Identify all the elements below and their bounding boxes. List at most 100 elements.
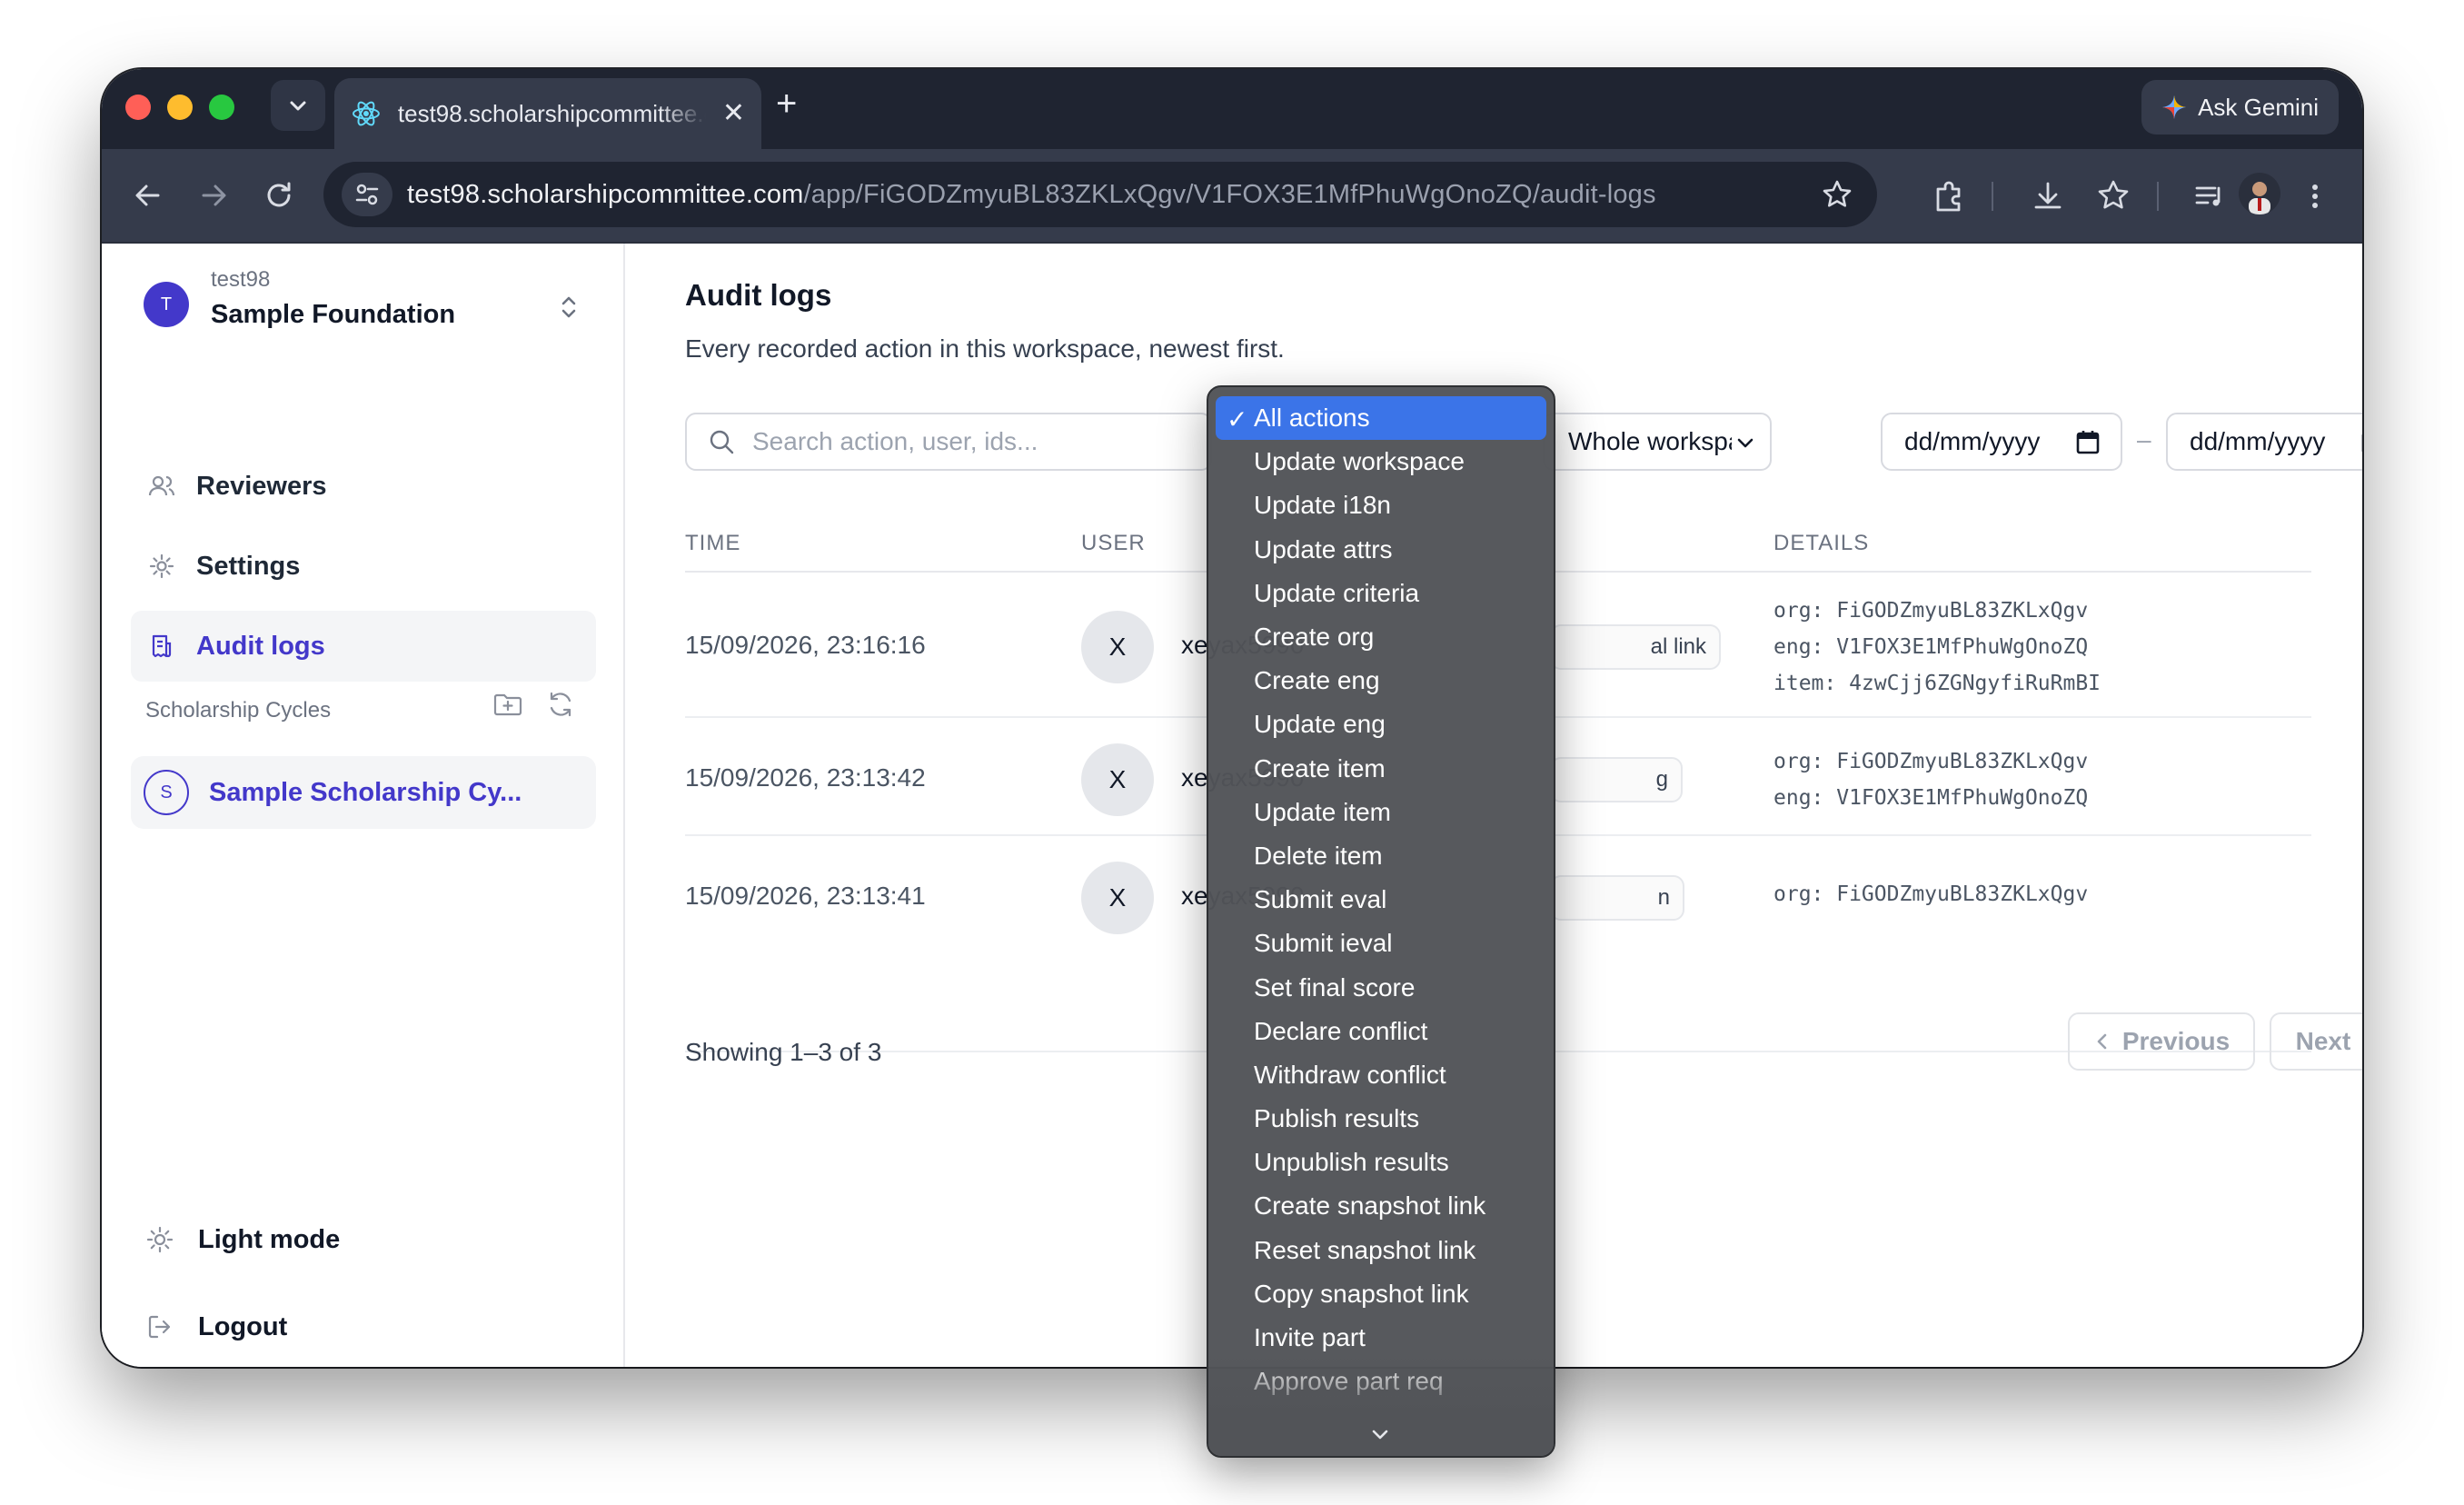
next-label: Next (2295, 1027, 2351, 1055)
toolbar-divider (2157, 182, 2159, 211)
workspace-avatar[interactable]: T (144, 282, 189, 327)
dropdown-option-label: Declare conflict (1254, 1016, 1428, 1045)
dropdown-option[interactable]: Copy snapshot link (1216, 1272, 1546, 1316)
ask-gemini-label: Ask Gemini (2198, 93, 2319, 121)
dropdown-option[interactable]: ✓ All actions (1216, 396, 1546, 441)
dropdown-option[interactable]: Delete item (1216, 834, 1546, 878)
dropdown-option[interactable]: Publish results (1216, 1097, 1546, 1141)
section-title: Scholarship Cycles (145, 698, 332, 723)
scope-select-value: Whole workspace (1568, 427, 1732, 455)
dropdown-option[interactable]: Update item (1216, 791, 1546, 834)
cell-time: 15/09/2026, 23:13:41 (685, 882, 926, 910)
action-badge: al link (1550, 624, 1721, 670)
logout-label: Logout (198, 1311, 288, 1341)
cell-details: org: FiGODZmyuBL83ZKLxQgv eng: V1FOX3E1M… (1773, 750, 2089, 810)
site-settings-icon[interactable] (342, 173, 392, 216)
bookmark-star-icon[interactable] (1821, 178, 1853, 211)
dropdown-option-label: Create snapshot link (1254, 1191, 1486, 1221)
dropdown-option[interactable]: Update eng (1216, 703, 1546, 746)
dropdown-option[interactable]: Declare conflict (1216, 1010, 1546, 1053)
dropdown-option[interactable]: Set final score (1216, 965, 1546, 1009)
pagination-summary: Showing 1–3 of 3 (685, 1038, 882, 1066)
tab-search-button[interactable] (271, 80, 325, 131)
section-actions (492, 689, 576, 720)
sidebar-item-cycle[interactable]: S Sample Scholarship Cy... (131, 756, 596, 829)
scroll-down-chevron-icon[interactable] (1366, 1425, 1394, 1445)
sidebar-item-settings[interactable]: Settings (131, 531, 596, 602)
action-filter-dropdown: ✓ All actions Update workspace Update i18n U… (1207, 385, 1555, 1458)
workspace-switcher-icon[interactable] (556, 291, 581, 324)
reload-icon[interactable] (258, 174, 300, 216)
new-folder-icon[interactable] (492, 689, 523, 720)
column-header-user: USER (1081, 531, 1146, 555)
more-menu-icon[interactable] (2295, 176, 2335, 216)
column-header-details: DETAILS (1773, 531, 1870, 555)
calendar-icon[interactable] (2075, 429, 2101, 456)
dropdown-option[interactable]: Create eng (1216, 659, 1546, 703)
sidebar-item-audit-logs[interactable]: Audit logs (131, 611, 596, 682)
dropdown-options: ✓ All actions Update workspace Update i18n U… (1208, 396, 1554, 1403)
search-input[interactable]: Search action, user, ids... (685, 413, 1212, 471)
dropdown-option[interactable]: Submit eval (1216, 878, 1546, 922)
close-window-button[interactable] (125, 95, 151, 120)
cycle-avatar: S (144, 770, 189, 815)
refresh-icon[interactable] (545, 689, 576, 720)
dropdown-option-label: Unpublish results (1254, 1148, 1449, 1177)
dropdown-option[interactable]: Unpublish results (1216, 1141, 1546, 1184)
ask-gemini-button[interactable]: Ask Gemini (2141, 80, 2339, 135)
logout-button[interactable]: Logout (144, 1311, 287, 1343)
sidebar-item-label: Audit logs (196, 631, 325, 661)
dropdown-option[interactable]: Invite part (1216, 1316, 1546, 1360)
profile-avatar[interactable] (2239, 173, 2280, 214)
chevron-left-icon (2097, 1033, 2107, 1050)
back-arrow-icon[interactable] (127, 174, 169, 216)
favorites-star-icon[interactable] (2093, 176, 2133, 216)
cell-time: 15/09/2026, 23:16:16 (685, 631, 926, 659)
dropdown-option-label: Submit eval (1254, 885, 1387, 914)
sidebar-item-label: Settings (196, 551, 301, 581)
dropdown-option[interactable]: Create snapshot link (1216, 1184, 1546, 1228)
date-to-input[interactable]: dd/mm/yyyy (2166, 413, 2362, 471)
calendar-icon[interactable] (2360, 429, 2362, 456)
browser-tab[interactable]: test98.scholarshipcommittee.com ✕ (334, 78, 761, 149)
dropdown-option[interactable]: Create org (1216, 615, 1546, 659)
dropdown-option[interactable]: Update workspace (1216, 440, 1546, 483)
dropdown-option-label: Update item (1254, 797, 1391, 826)
dropdown-option[interactable]: Update criteria (1216, 572, 1546, 615)
dropdown-option-label: Delete item (1254, 841, 1383, 870)
tab-close-icon[interactable]: ✕ (722, 100, 745, 127)
dropdown-option-label: Submit ieval (1254, 929, 1393, 958)
cell-details: org: FiGODZmyuBL83ZKLxQgv eng: V1FOX3E1M… (1773, 599, 2101, 695)
next-button[interactable]: Next (2270, 1012, 2362, 1071)
workspace-name[interactable]: Sample Foundation (211, 300, 455, 330)
page-title: Audit logs (685, 278, 832, 312)
date-from-input[interactable]: dd/mm/yyyy (1881, 413, 2122, 471)
dropdown-option[interactable]: Create item (1216, 747, 1546, 791)
dropdown-option[interactable]: Reset snapshot link (1216, 1229, 1546, 1272)
download-icon[interactable] (2028, 176, 2068, 216)
dropdown-option[interactable]: Update i18n (1216, 483, 1546, 527)
user-avatar: X (1081, 862, 1154, 934)
sidebar-item-reviewers[interactable]: Reviewers (131, 451, 596, 522)
dropdown-option-label: All actions (1254, 404, 1370, 433)
new-tab-button[interactable]: + (776, 85, 797, 122)
address-bar[interactable]: test98.scholarshipcommittee.com/app/FiGO… (323, 162, 1877, 227)
minimize-window-button[interactable] (167, 95, 193, 120)
dropdown-option-label: Update attrs (1254, 534, 1393, 563)
dropdown-option[interactable]: Submit ieval (1216, 922, 1546, 965)
extensions-puzzle-icon[interactable] (1930, 176, 1970, 216)
receipt-icon (145, 630, 178, 663)
media-queue-icon[interactable] (2190, 176, 2230, 216)
dropdown-option[interactable]: Withdraw conflict (1216, 1053, 1546, 1097)
light-mode-toggle[interactable]: Light mode (144, 1223, 340, 1256)
user-avatar: X (1081, 743, 1154, 816)
dropdown-option[interactable]: Update attrs (1216, 528, 1546, 572)
scope-select[interactable]: Whole workspace (1543, 413, 1772, 471)
dropdown-option-label: Update eng (1254, 710, 1386, 739)
column-header-time: TIME (685, 531, 741, 555)
dropdown-option-label: Withdraw conflict (1254, 1060, 1446, 1089)
previous-button[interactable]: Previous (2068, 1012, 2255, 1071)
forward-arrow-icon[interactable] (193, 174, 234, 216)
dropdown-option-label: Create item (1254, 753, 1386, 782)
maximize-window-button[interactable] (209, 95, 234, 120)
